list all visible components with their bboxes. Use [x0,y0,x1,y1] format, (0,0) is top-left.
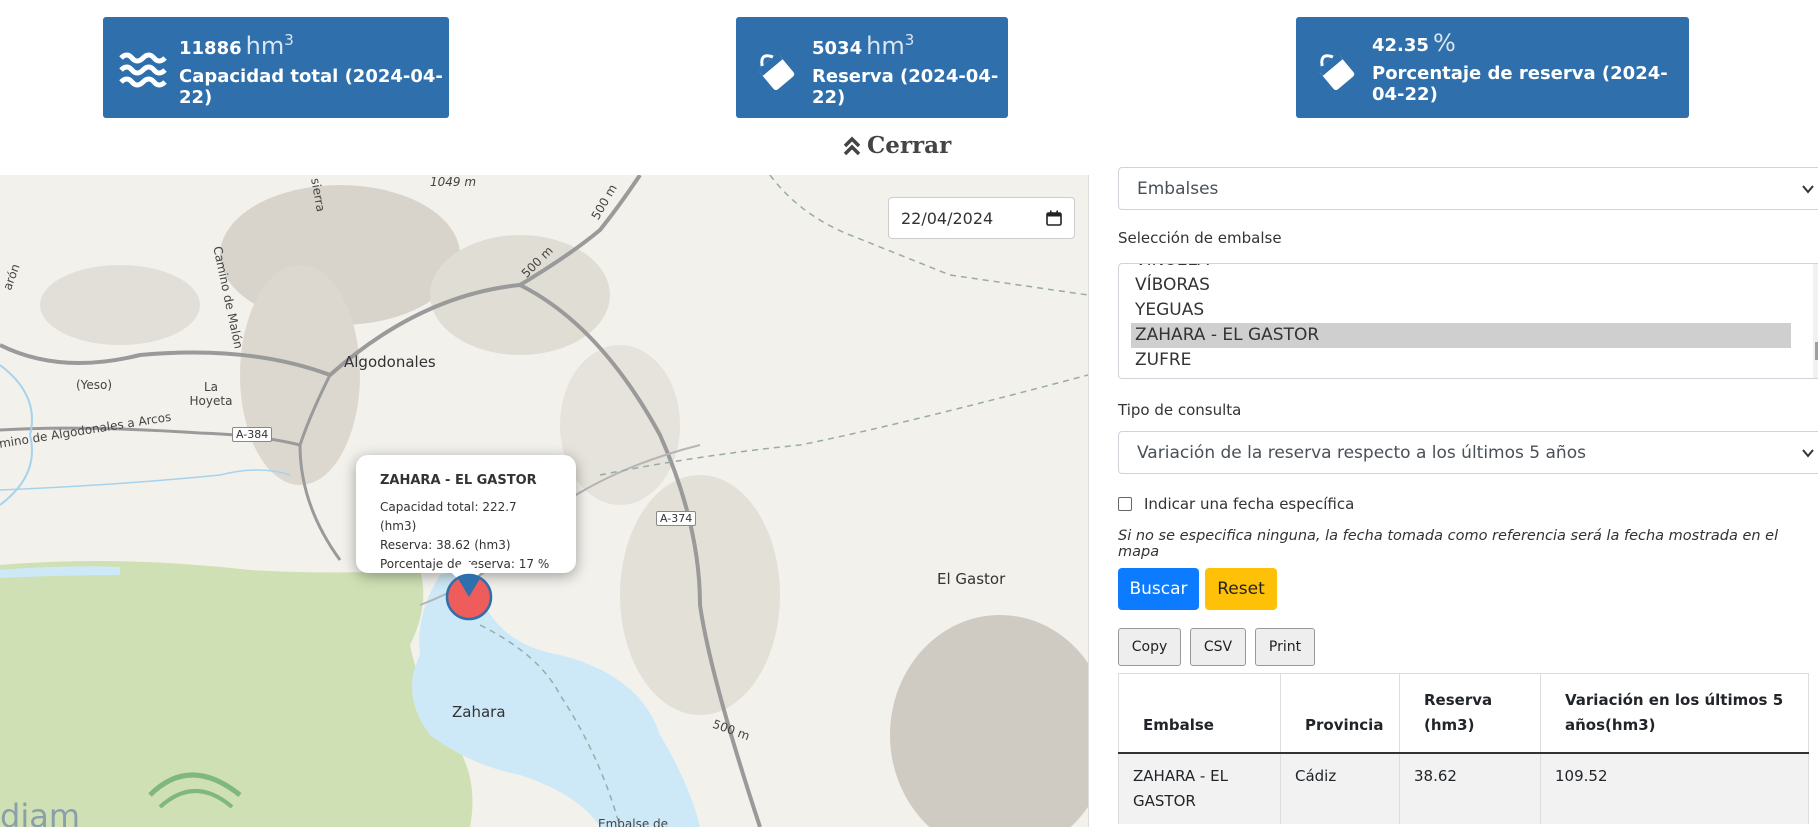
print-button[interactable]: Print [1255,628,1315,666]
stat-caption: Capacidad total (2024-04-22) [179,66,443,108]
stat-caption: Reserva (2024-04-22) [812,66,999,108]
table-cell: 38.62 [1399,753,1541,824]
query-type-label: Tipo de consulta [1118,401,1242,419]
table-cell: 109.52 [1540,753,1809,824]
map-label-embalse: Embalse de [598,817,669,827]
table-header[interactable]: Variación en los últimos 5 años(hm3) [1540,673,1809,754]
bucket-fill-icon [757,52,795,90]
calendar-icon[interactable] [1046,210,1062,226]
results-table: Embalse Provincia Reserva (hm3) Variació… [1118,673,1809,824]
list-item[interactable]: VIÑUELA [1131,264,1791,273]
map-date-value: 22/04/2024 [901,208,994,228]
reservoir-map[interactable]: Algodonales El Gastor Zahara La Hoyeta (… [0,175,1088,827]
map-label-el-gastor: El Gastor [937,570,1006,588]
query-panel: Embalses Selección de embalse VIÑUELA VÍ… [1088,167,1818,827]
popup-title: ZAHARA - EL GASTOR [380,473,537,488]
stat-card-capacity: 11886 hm3 Capacidad total (2024-04-22) [103,17,449,118]
table-row: ZAHARA - EL GASTOR Cádiz 38.62 109.52 [1118,753,1809,824]
reservoir-listbox[interactable]: VIÑUELA VÍBORAS YEGUAS ZAHARA - EL GASTO… [1118,263,1818,379]
list-item[interactable]: YEGUAS [1131,298,1791,323]
stat-unit: % [1432,29,1456,57]
table-header[interactable]: Reserva (hm3) [1399,673,1541,754]
stat-value: 11886 [179,38,242,59]
stat-unit-sup: 3 [904,31,915,49]
chevron-down-icon [1802,185,1814,194]
popup-capacity: Capacidad total: 222.7 (hm3) [380,500,517,533]
map-label-altitude: 1049 m [430,175,477,189]
chevron-down-icon [1802,449,1814,458]
listbox-scrollbar[interactable] [1813,264,1818,378]
csv-button[interactable]: CSV [1190,628,1246,666]
stat-card-reserve: 5034 hm3 Reserva (2024-04-22) [736,17,1008,118]
reservoir-popup: ZAHARA - EL GASTOR Capacidad total: 222.… [356,455,576,588]
reservoir-select-label: Selección de embalse [1118,229,1282,247]
specific-date-option[interactable]: Indicar una fecha específica [1118,495,1354,513]
query-type-select[interactable]: Variación de la reserva respecto a los ú… [1118,431,1818,474]
stat-card-percent: 42.35% Porcentaje de reserva (2024-04-22… [1296,17,1689,118]
map-logo-text: diam [0,797,80,827]
road-shield-a374: A-374 [656,511,697,526]
double-chevron-up-icon [843,136,861,155]
query-type-value: Variación de la reserva respecto a los ú… [1137,442,1586,463]
stat-caption: Porcentaje de reserva (2024-04-22) [1372,63,1668,105]
type-select-value: Embalses [1137,178,1219,199]
reservoir-pie-marker[interactable] [444,572,494,622]
type-select[interactable]: Embalses [1118,167,1818,210]
copy-button[interactable]: Copy [1118,628,1181,666]
map-label-zahara: Zahara [452,703,506,721]
search-button[interactable]: Buscar [1118,568,1199,610]
stat-value: 5034 [812,38,863,59]
stat-unit-sup: 3 [284,31,294,49]
table-header[interactable]: Provincia [1280,673,1400,754]
map-label-yeso: (Yeso) [76,378,113,392]
road-shield-a384: A-384 [232,427,273,442]
specific-date-checkbox[interactable] [1118,497,1132,511]
reset-button[interactable]: Reset [1205,568,1277,610]
table-cell: Cádiz [1280,753,1400,824]
popup-reserve: Reserva: 38.62 (hm3) [380,538,511,552]
list-item[interactable]: VÍBORAS [1131,273,1791,298]
specific-date-label: Indicar una fecha específica [1144,495,1355,513]
date-hint: Si no se especifica ninguna, la fecha to… [1118,528,1779,560]
list-item-selected[interactable]: ZAHARA - EL GASTOR [1131,323,1791,348]
water-waves-icon [119,52,167,87]
map-label-la-hoyeta: La Hoyeta [189,380,233,408]
stat-unit: hm [245,32,285,60]
list-item[interactable]: ZUFRE [1131,348,1791,373]
bucket-fill-icon [1317,52,1355,90]
stat-value: 42.35 [1372,35,1429,56]
table-cell: ZAHARA - EL GASTOR [1118,753,1281,824]
collapse-label: Cerrar [867,132,952,159]
map-label-algodonales: Algodonales [344,353,436,371]
map-date-input[interactable]: 22/04/2024 [888,197,1075,239]
stat-unit: hm [866,32,905,60]
collapse-toggle[interactable]: Cerrar [843,132,951,159]
table-header[interactable]: Embalse [1118,673,1281,754]
